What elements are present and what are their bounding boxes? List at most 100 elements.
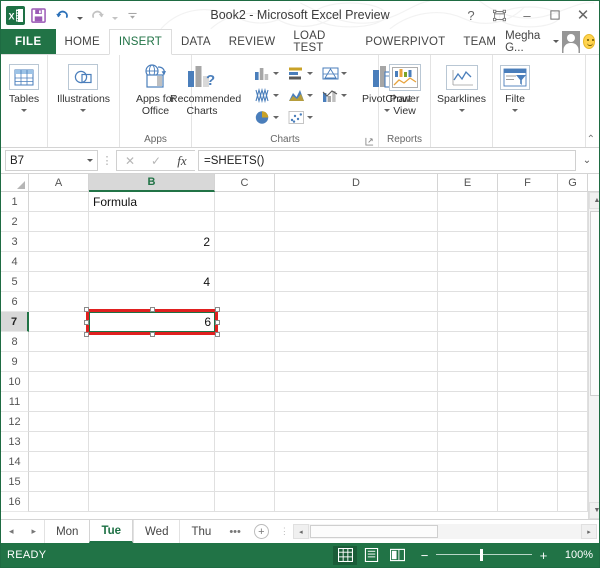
ribbon-display-options-icon[interactable] — [485, 2, 513, 28]
cell-D1[interactable] — [275, 192, 438, 212]
row-header-7[interactable]: 7 — [1, 312, 29, 332]
cell-E3[interactable] — [438, 232, 498, 252]
cell-F4[interactable] — [498, 252, 558, 272]
cell-B3[interactable]: 2 — [89, 232, 215, 252]
area-chart-icon[interactable] — [288, 88, 322, 103]
power-view-button[interactable]: Power View — [379, 58, 430, 117]
cell-A15[interactable] — [29, 472, 89, 492]
scroll-split-grip[interactable]: ⋮ — [275, 526, 293, 537]
cell-G8[interactable] — [558, 332, 588, 352]
cell-A5[interactable] — [29, 272, 89, 292]
undo-dropdown-icon[interactable] — [75, 4, 84, 26]
cell-E2[interactable] — [438, 212, 498, 232]
zoom-level-label[interactable]: 100% — [559, 549, 593, 561]
cell-A7[interactable] — [29, 312, 89, 332]
customize-qat-icon[interactable] — [121, 4, 143, 26]
cell-D15[interactable] — [275, 472, 438, 492]
cell-B9[interactable] — [89, 352, 215, 372]
cell-E11[interactable] — [438, 392, 498, 412]
cell-D5[interactable] — [275, 272, 438, 292]
tab-insert[interactable]: INSERT — [108, 29, 172, 55]
cell-A16[interactable] — [29, 492, 89, 512]
cell-grid[interactable]: Formula 2 4 6 — [29, 192, 588, 519]
row-header-9[interactable]: 9 — [1, 352, 29, 372]
tab-data[interactable]: DATA — [172, 29, 220, 54]
cell-E16[interactable] — [438, 492, 498, 512]
recommended-charts-button[interactable]: ? Recommended Charts — [155, 58, 250, 117]
cell-D6[interactable] — [275, 292, 438, 312]
cell-G6[interactable] — [558, 292, 588, 312]
cell-G12[interactable] — [558, 412, 588, 432]
cell-F7[interactable] — [498, 312, 558, 332]
cell-A3[interactable] — [29, 232, 89, 252]
cell-B10[interactable] — [89, 372, 215, 392]
cell-D13[interactable] — [275, 432, 438, 452]
cell-C14[interactable] — [215, 452, 275, 472]
cell-F16[interactable] — [498, 492, 558, 512]
cell-G14[interactable] — [558, 452, 588, 472]
cell-A9[interactable] — [29, 352, 89, 372]
cell-B7[interactable] — [89, 312, 215, 332]
save-icon[interactable] — [27, 4, 49, 26]
column-header-c[interactable]: C — [215, 174, 275, 192]
row-header-15[interactable]: 15 — [1, 472, 29, 492]
column-header-g[interactable]: G — [558, 174, 588, 192]
cell-G5[interactable] — [558, 272, 588, 292]
cell-D9[interactable] — [275, 352, 438, 372]
horizontal-scroll-track[interactable] — [308, 524, 581, 539]
cell-E10[interactable] — [438, 372, 498, 392]
row-header-12[interactable]: 12 — [1, 412, 29, 432]
cell-C3[interactable] — [215, 232, 275, 252]
filters-dropdown-icon[interactable] — [512, 108, 518, 112]
cell-A8[interactable] — [29, 332, 89, 352]
insert-function-button[interactable]: fx — [169, 151, 195, 170]
cell-C4[interactable] — [215, 252, 275, 272]
cell-C8[interactable] — [215, 332, 275, 352]
cell-G3[interactable] — [558, 232, 588, 252]
cell-A13[interactable] — [29, 432, 89, 452]
cell-B2[interactable] — [89, 212, 215, 232]
zoom-out-button[interactable]: − — [419, 548, 430, 563]
cell-B5[interactable]: 4 — [89, 272, 215, 292]
cell-G10[interactable] — [558, 372, 588, 392]
tables-dropdown-icon[interactable] — [20, 108, 27, 112]
name-box[interactable]: B7 — [5, 150, 98, 171]
previous-sheet-button[interactable]: ◂ — [5, 526, 18, 537]
cell-A6[interactable] — [29, 292, 89, 312]
horizontal-scroll-thumb[interactable] — [309, 525, 438, 538]
cell-C9[interactable] — [215, 352, 275, 372]
formula-input[interactable]: =SHEETS() — [198, 150, 576, 171]
page-layout-view-button[interactable] — [359, 546, 383, 565]
tab-load-test[interactable]: LOAD TEST — [284, 29, 356, 54]
cell-C16[interactable] — [215, 492, 275, 512]
scroll-left-button[interactable]: ◂ — [292, 524, 309, 539]
collapse-ribbon-button[interactable]: ⌃ — [587, 134, 595, 145]
filters-button[interactable]: Filte — [494, 58, 536, 112]
cell-D10[interactable] — [275, 372, 438, 392]
cell-B11[interactable] — [89, 392, 215, 412]
cell-D3[interactable] — [275, 232, 438, 252]
row-header-3[interactable]: 3 — [1, 232, 29, 252]
scatter-chart-icon[interactable] — [288, 110, 322, 125]
cell-D16[interactable] — [275, 492, 438, 512]
close-button[interactable]: ✕ — [569, 2, 597, 28]
cell-G4[interactable] — [558, 252, 588, 272]
illustrations-dropdown-icon[interactable] — [80, 108, 87, 112]
cell-C13[interactable] — [215, 432, 275, 452]
tab-team[interactable]: TEAM — [454, 29, 505, 54]
sheet-tab-mon[interactable]: Mon — [44, 520, 89, 543]
user-dropdown-icon[interactable] — [553, 40, 560, 43]
scroll-up-button[interactable]: ▲ — [589, 192, 599, 209]
cell-F12[interactable] — [498, 412, 558, 432]
cell-F11[interactable] — [498, 392, 558, 412]
tables-button[interactable]: Tables — [3, 58, 45, 112]
illustrations-button[interactable]: Illustrations — [51, 58, 116, 112]
cell-A1[interactable] — [29, 192, 89, 212]
cell-E6[interactable] — [438, 292, 498, 312]
bar-chart-icon[interactable] — [288, 66, 322, 81]
cell-C7[interactable] — [215, 312, 275, 332]
cell-E4[interactable] — [438, 252, 498, 272]
pie-chart-icon[interactable] — [254, 110, 288, 125]
cell-C12[interactable] — [215, 412, 275, 432]
row-header-8[interactable]: 8 — [1, 332, 29, 352]
